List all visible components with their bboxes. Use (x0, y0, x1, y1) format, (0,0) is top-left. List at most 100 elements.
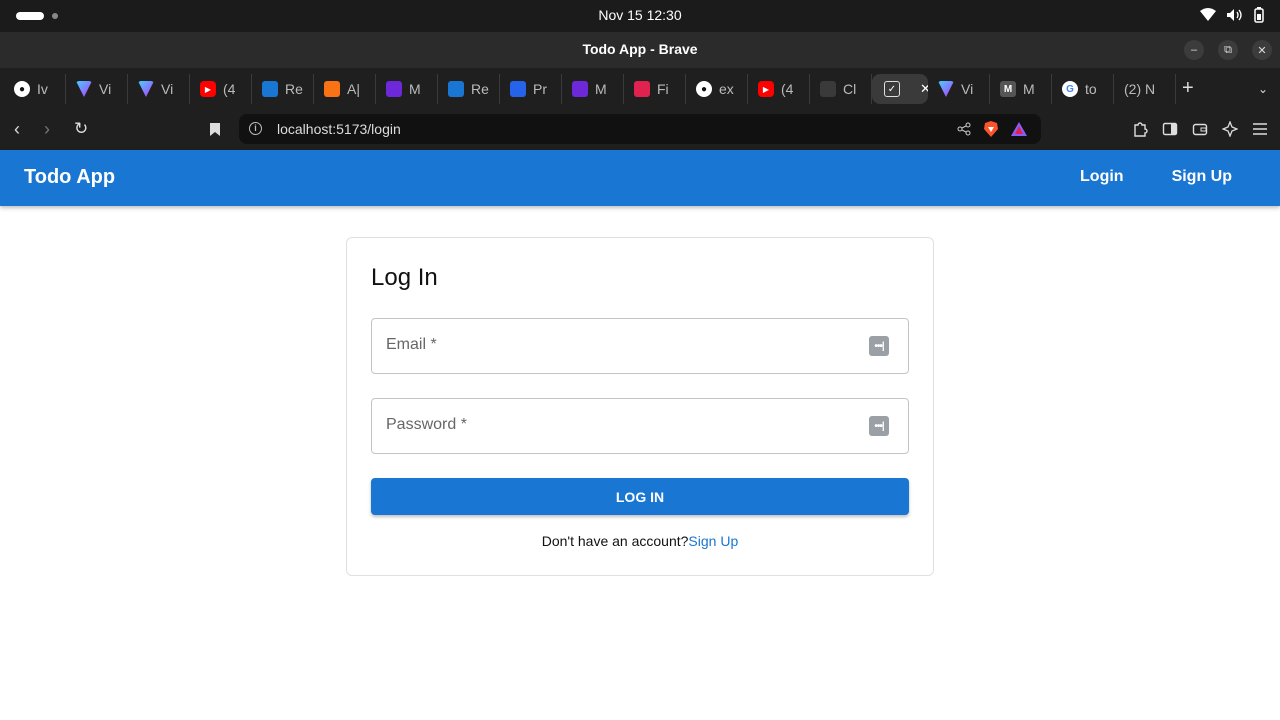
brave-shields-icon[interactable] (983, 120, 999, 138)
browser-tab[interactable]: MM (990, 74, 1052, 104)
purple-list-icon (572, 81, 588, 97)
browser-tab[interactable]: Gto (1052, 74, 1114, 104)
tab-label: A| (347, 81, 360, 97)
os-top-bar: Nov 15 12:30 (0, 0, 1280, 32)
password-manager-icon[interactable]: •••| (869, 336, 889, 356)
nav-login-button[interactable]: Login (1080, 168, 1124, 186)
nestjs-icon (634, 81, 650, 97)
email-field[interactable]: Email * •••| (371, 318, 909, 374)
tab-label: Re (471, 81, 489, 97)
browser-tab[interactable]: Cl (810, 74, 872, 104)
share-icon[interactable] (957, 122, 971, 136)
browser-tab[interactable]: ✓ ✕ (872, 74, 928, 104)
browser-tab[interactable]: Re (252, 74, 314, 104)
menu-icon[interactable] (1252, 121, 1268, 137)
tab-label: M (1023, 81, 1035, 97)
openai-icon (820, 81, 836, 97)
password-label: Password * (386, 416, 467, 433)
browser-tab[interactable]: ▶ (4 (190, 74, 252, 104)
forward-button[interactable]: › (44, 119, 50, 139)
maximize-button[interactable]: ⧉ (1218, 40, 1238, 60)
browser-tab[interactable]: M (562, 74, 624, 104)
omnibox-actions (957, 120, 1027, 138)
orange-square-icon (324, 81, 340, 97)
browser-tab[interactable]: M (376, 74, 438, 104)
os-clock[interactable]: Nov 15 12:30 (0, 7, 1280, 23)
tab-label: (4 (223, 81, 236, 97)
extensions-icon[interactable] (1132, 121, 1148, 137)
checkbox-icon: ✓ (884, 81, 900, 97)
signup-prompt: Don't have an account?Sign Up (347, 533, 933, 549)
browser-tab[interactable]: Vi (928, 74, 990, 104)
email-label: Email * (386, 336, 437, 353)
browser-tools (1132, 121, 1268, 137)
tab-label: Vi (99, 81, 112, 97)
docs-icon (510, 81, 526, 97)
window-title: Todo App - Brave (582, 41, 698, 57)
close-tab-icon[interactable]: ✕ (920, 81, 928, 97)
browser-toolbar: ‹ › ↻ i localhost:5173/login (0, 110, 1280, 150)
site-info-icon[interactable]: i (249, 122, 262, 135)
vite-icon (138, 81, 154, 97)
address-bar[interactable]: i localhost:5173/login (239, 114, 1041, 144)
vite-icon (938, 81, 954, 97)
tabs: ● Iv Vi Vi ▶ (4 Re A| M Re Pr M Fi ● ex ▶ (4 Cl ✓ ✕ Vi M M Gto(… (4, 74, 1176, 104)
tab-label: to (1085, 81, 1097, 97)
tab-label: Vi (961, 81, 974, 97)
tab-label: Cl (843, 81, 857, 97)
window-controls: – ⧉ ✕ (1184, 40, 1272, 60)
tab-label: Fi (657, 81, 669, 97)
signup-prompt-text: Don't have an account? (541, 533, 689, 549)
window-title-bar[interactable]: Todo App - Brave – ⧉ ✕ (0, 32, 1280, 68)
tab-label: Vi (161, 81, 174, 97)
sidebar-icon[interactable] (1162, 121, 1178, 137)
tab-label: (2) N (1124, 81, 1156, 97)
minimize-button[interactable]: – (1184, 40, 1204, 60)
leo-ai-icon[interactable] (1222, 121, 1238, 137)
page-title: Log In (371, 264, 438, 291)
app-title[interactable]: Todo App (24, 166, 115, 189)
volume-icon (1227, 9, 1242, 21)
mui-icon (448, 81, 464, 97)
browser-tab[interactable]: Pr (500, 74, 562, 104)
youtube-icon: ▶ (758, 81, 774, 97)
password-manager-icon[interactable]: •••| (869, 416, 889, 436)
wallet-icon[interactable] (1192, 121, 1208, 137)
browser-tab[interactable]: (2) N (1114, 74, 1176, 104)
tab-label: M (595, 81, 607, 97)
medium-icon: M (1000, 81, 1016, 97)
tab-label: M (409, 81, 421, 97)
nav-signup-button[interactable]: Sign Up (1172, 168, 1232, 186)
browser-tab[interactable]: Vi (66, 74, 128, 104)
browser-tab[interactable]: A| (314, 74, 376, 104)
signup-link[interactable]: Sign Up (688, 533, 738, 549)
tab-label: Iv (37, 81, 48, 97)
system-tray[interactable] (1200, 7, 1266, 23)
browser-tab[interactable]: ● ex (686, 74, 748, 104)
browser-tab[interactable]: Fi (624, 74, 686, 104)
browser-tab[interactable]: ● Iv (4, 74, 66, 104)
tab-label: ex (719, 81, 734, 97)
google-icon: G (1062, 81, 1078, 97)
back-button[interactable]: ‹ (14, 119, 20, 139)
chevron-down-icon[interactable]: ⌄ (1258, 82, 1268, 96)
login-card: Log In Email * •••| Password * •••| LOG … (346, 237, 934, 576)
tab-label: Re (285, 81, 303, 97)
vite-icon (76, 81, 92, 97)
reload-button[interactable]: ↻ (74, 119, 88, 139)
browser-tab[interactable]: Vi (128, 74, 190, 104)
tab-strip: ● Iv Vi Vi ▶ (4 Re A| M Re Pr M Fi ● ex ▶ (4 Cl ✓ ✕ Vi M M Gto(… (0, 68, 1280, 110)
app-nav: Login Sign Up (1080, 168, 1232, 186)
url-input[interactable]: localhost:5173/login (277, 121, 401, 137)
github-icon: ● (696, 81, 712, 97)
password-field[interactable]: Password * •••| (371, 398, 909, 454)
github-icon: ● (14, 81, 30, 97)
brave-rewards-icon[interactable] (1011, 122, 1027, 136)
browser-tab[interactable]: ▶ (4 (748, 74, 810, 104)
new-tab-button[interactable]: + (1182, 78, 1194, 98)
login-button[interactable]: LOG IN (371, 478, 909, 515)
youtube-icon: ▶ (200, 81, 216, 97)
close-window-button[interactable]: ✕ (1252, 40, 1272, 60)
browser-tab[interactable]: Re (438, 74, 500, 104)
bookmark-icon[interactable] (209, 122, 221, 137)
